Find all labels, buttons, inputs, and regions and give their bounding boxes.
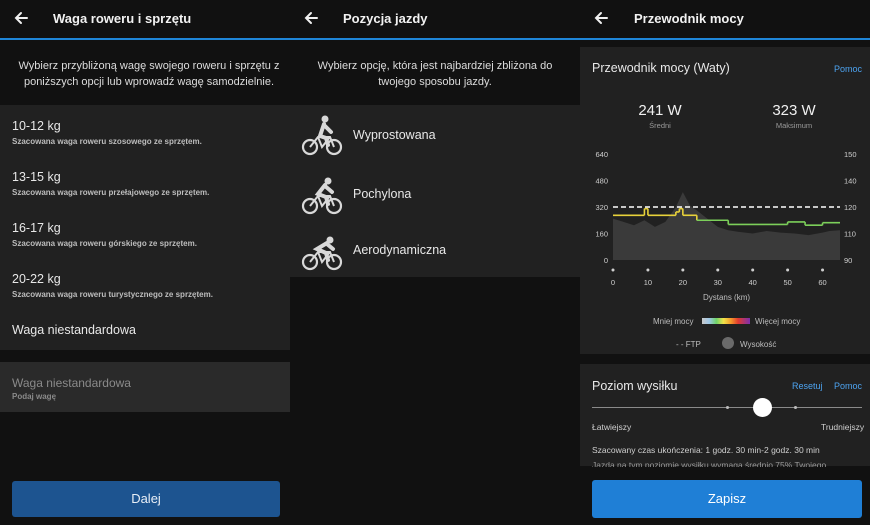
y-left-tick-label: 320 xyxy=(595,203,608,212)
effort-title: Poziom wysiłku xyxy=(592,379,678,393)
y-left-tick-label: 640 xyxy=(595,150,608,159)
header-divider xyxy=(580,38,870,40)
position-label: Wyprostowana xyxy=(353,128,436,142)
custom-weight-input[interactable]: Waga niestandardowa Podaj wagę xyxy=(0,362,290,412)
back-arrow-icon[interactable] xyxy=(592,9,610,27)
y-left-tick-label: 0 xyxy=(604,256,608,265)
y-left-tick-label: 160 xyxy=(595,230,608,239)
position-label: Aerodynamiczna xyxy=(353,243,447,257)
power-chart: 0 160 320 480 640 90 110 120 140 150 0 10 20 30 40 50 60… xyxy=(595,150,857,302)
option-description: Szacowana waga roweru górskiego ze sprzę… xyxy=(12,239,197,248)
y-right-tick-label: 120 xyxy=(844,203,857,212)
x-tick-dot xyxy=(786,268,790,272)
x-tick-dot xyxy=(716,268,720,272)
x-tick-label: 20 xyxy=(679,278,687,287)
option-label: 10-12 kg xyxy=(12,119,61,133)
weight-option[interactable]: 13-15 kg Szacowana waga roweru przełajow… xyxy=(12,170,209,197)
y-right-tick-label: 90 xyxy=(844,256,852,265)
ftp-dash-icon: - - xyxy=(676,340,686,349)
x-tick-dot xyxy=(821,268,825,272)
save-button[interactable]: Zapisz xyxy=(592,480,862,518)
x-tick-label: 50 xyxy=(783,278,791,287)
bike-weight-screen: Waga roweru i sprzętu Wybierz przybliżon… xyxy=(0,0,290,525)
header-divider xyxy=(290,38,580,40)
x-tick-dot xyxy=(681,268,685,272)
page-title: Waga roweru i sprzętu xyxy=(53,11,192,26)
back-arrow-icon[interactable] xyxy=(12,9,30,27)
page-title: Pozycja jazdy xyxy=(343,11,428,26)
position-label: Pochylona xyxy=(353,187,412,201)
weight-option[interactable]: 16-17 kg Szacowana waga roweru górskiego… xyxy=(12,221,197,248)
custom-weight-option[interactable]: Waga niestandardowa xyxy=(12,323,136,337)
top-bar: Przewodnik mocy xyxy=(580,0,870,38)
input-placeholder: Waga niestandardowa xyxy=(12,376,131,390)
weight-option[interactable]: 20-22 kg Szacowana waga roweru turystycz… xyxy=(12,272,213,299)
x-axis-label: Dystans (km) xyxy=(703,293,750,302)
next-button[interactable]: Dalej xyxy=(12,481,280,517)
option-label: 13-15 kg xyxy=(12,170,61,184)
option-description: Szacowana waga roweru szosowego ze sprzę… xyxy=(12,137,202,146)
position-options-list: Wyprostowana Pochylona Aerodynamiczna xyxy=(290,105,580,277)
option-label: 16-17 kg xyxy=(12,221,61,235)
slider-step xyxy=(726,406,729,409)
x-tick-label: 40 xyxy=(749,278,757,287)
intro-text: Wybierz opcję, która jest najbardziej zb… xyxy=(317,60,553,88)
top-bar: Pozycja jazdy xyxy=(290,0,580,38)
option-label: Waga niestandardowa xyxy=(12,323,136,337)
x-tick-dot xyxy=(611,268,615,272)
cyclist-leaning-icon xyxy=(300,173,344,217)
riding-position-screen: Pozycja jazdy Wybierz opcję, która jest … xyxy=(290,0,580,525)
legend-ftp: - - FTP xyxy=(676,340,701,349)
y-right-tick-label: 140 xyxy=(844,177,857,186)
power-guide-screen: Przewodnik mocy Przewodnik mocy (Waty) P… xyxy=(580,0,870,525)
y-right-tick-label: 150 xyxy=(844,150,857,159)
position-option[interactable]: Wyprostowana xyxy=(290,108,580,164)
x-tick-label: 0 xyxy=(611,278,615,287)
elevation-swatch-icon xyxy=(722,337,734,349)
header-divider xyxy=(0,38,290,40)
option-label: 20-22 kg xyxy=(12,272,61,286)
reset-link[interactable]: Resetuj xyxy=(792,381,823,391)
x-tick-label: 10 xyxy=(644,278,652,287)
position-option[interactable]: Aerodynamiczna xyxy=(290,223,580,279)
input-hint: Podaj wagę xyxy=(12,392,57,401)
option-description: Szacowana waga roweru przełajowego ze sp… xyxy=(12,188,210,197)
cyclist-aero-icon xyxy=(300,229,344,273)
slider-harder-label: Trudniejszy xyxy=(821,422,865,432)
option-description: Szacowana waga roweru turystycznego ze s… xyxy=(12,290,213,299)
power-gradient-legend xyxy=(702,318,750,324)
x-tick-label: 30 xyxy=(714,278,722,287)
estimated-time-text: Szacowany czas ukończenia: 1 godz. 30 mi… xyxy=(592,445,820,455)
x-tick-dot xyxy=(646,268,650,272)
elevation-area xyxy=(613,192,840,260)
x-tick-label: 60 xyxy=(818,278,826,287)
legend-ftp-label: FTP xyxy=(685,340,701,349)
back-arrow-icon[interactable] xyxy=(302,9,320,27)
legend-elevation: Wysokość xyxy=(740,340,777,349)
x-tick-dot xyxy=(751,268,755,272)
cyclist-upright-icon xyxy=(300,114,344,158)
weight-option[interactable]: 10-12 kg Szacowana waga roweru szosowego… xyxy=(12,119,202,146)
slider-easier-label: Łatwiejszy xyxy=(592,422,632,432)
effort-note-text: Jazda na tym poziomie wysiłku wymaga śre… xyxy=(592,460,827,467)
effort-slider-knob[interactable] xyxy=(753,398,772,417)
legend-more-power: Więcej mocy xyxy=(755,317,801,326)
y-left-tick-label: 480 xyxy=(595,177,608,186)
position-option[interactable]: Pochylona xyxy=(290,167,580,223)
intro-text: Wybierz przybliżoną wagę swojego roweru … xyxy=(18,60,280,88)
effort-help-link[interactable]: Pomoc xyxy=(834,381,862,391)
weight-options-list: 10-12 kg Szacowana waga roweru szosowego… xyxy=(0,105,290,350)
page-title: Przewodnik mocy xyxy=(634,11,744,26)
top-bar: Waga roweru i sprzętu xyxy=(0,0,290,38)
y-right-tick-label: 110 xyxy=(844,230,856,239)
slider-step xyxy=(794,406,797,409)
legend-less-power: Mniej mocy xyxy=(653,317,694,326)
